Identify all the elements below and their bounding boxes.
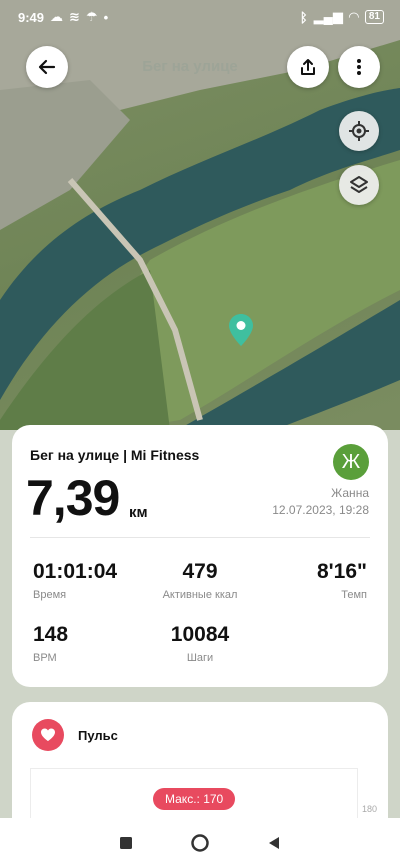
map-pin-icon[interactable] — [228, 313, 254, 347]
stat-label: Активные ккал — [162, 589, 238, 601]
stat-value: 8'16" — [317, 560, 367, 583]
cell-signal-icon: ▂▄▆ — [313, 9, 343, 24]
workout-summary-card: Бег на улице | Mi Fitness Ж Жанна 12.07.… — [12, 425, 388, 687]
stat-label: Шаги — [186, 652, 214, 664]
distance-value: 7,39 — [26, 470, 120, 526]
recents-icon[interactable] — [119, 836, 133, 850]
stat-bpm: 148 ВРМ — [33, 623, 68, 664]
locate-button[interactable] — [339, 111, 379, 151]
distance-unit: км — [129, 504, 148, 521]
stat-steps: 10084 Шаги — [150, 623, 250, 664]
layers-icon — [350, 176, 368, 193]
home-icon[interactable] — [190, 833, 210, 853]
back-button[interactable] — [26, 46, 68, 88]
more-button[interactable] — [338, 46, 380, 88]
stat-label: Время — [33, 589, 67, 601]
bluetooth-icon: ᛒ — [299, 9, 308, 25]
signal-icon: ≋ — [69, 9, 80, 24]
stat-calories: 479 Активные ккал — [150, 560, 250, 601]
dot-icon: • — [103, 9, 109, 25]
back-arrow-icon — [38, 59, 56, 75]
user-name: Жанна — [331, 486, 369, 500]
status-time: 9:49 — [18, 9, 45, 25]
stat-time: 01:01:04 Время — [33, 560, 117, 601]
cloud-icon: ☁ — [50, 9, 64, 24]
more-vertical-icon — [357, 59, 361, 75]
max-pulse-badge: Макс.: 170 — [153, 788, 236, 810]
divider — [30, 537, 370, 538]
share-icon — [301, 59, 315, 75]
heart-icon — [32, 719, 64, 751]
pulse-title: Пульс — [78, 728, 118, 743]
workout-title: Бег на улице | Mi Fitness — [30, 447, 200, 463]
share-button[interactable] — [287, 46, 329, 88]
status-bar: 9:49 ☁ ≋ ☂ • ᛒ ▂▄▆ ◠ 81 — [0, 0, 400, 34]
system-nav-bar — [0, 818, 400, 867]
umbrella-icon: ☂ — [85, 9, 98, 24]
map-layers-button[interactable] — [339, 165, 379, 205]
stat-label: ВРМ — [33, 652, 57, 664]
stat-value: 479 — [182, 560, 218, 583]
wifi-icon: ◠ — [348, 9, 359, 24]
chart-y-tick: 180 — [362, 804, 378, 814]
location-target-icon — [349, 121, 369, 141]
stat-pace: 8'16" Темп — [317, 560, 367, 601]
stat-value: 148 — [33, 623, 69, 646]
workout-datetime: 12.07.2023, 19:28 — [272, 503, 369, 517]
battery-indicator: 81 — [364, 10, 384, 24]
avatar[interactable]: Ж — [333, 444, 369, 480]
stat-value: 10084 — [170, 623, 230, 646]
back-triangle-icon[interactable] — [267, 836, 281, 850]
stat-label: Темп — [341, 589, 367, 601]
stat-value: 01:01:04 — [33, 560, 118, 583]
page-title: Бег на улице — [142, 58, 238, 75]
